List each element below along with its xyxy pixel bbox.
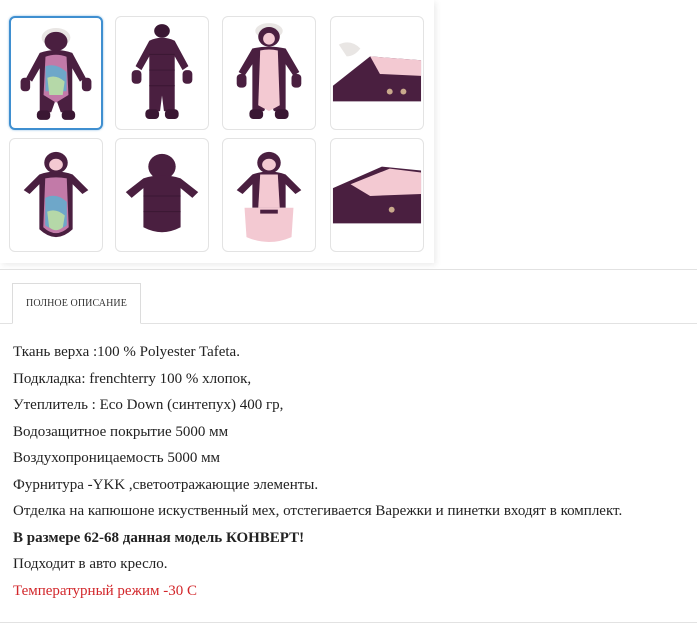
envelope-print-image xyxy=(23,151,89,238)
thumbnail-envelope-print[interactable] xyxy=(9,138,103,252)
thumbnail-front-solid[interactable] xyxy=(115,16,209,130)
envelope-note-line: В размере 62-68 данная модель КОНВЕРТ! xyxy=(13,529,305,546)
trim-line: Отделка на капюшоне искуственный мех, от… xyxy=(13,503,623,519)
section-divider xyxy=(0,269,697,270)
fabric-line: Ткань верха :100 % Polyester Tafeta. xyxy=(13,344,240,360)
car-seat-line: Подходит в авто кресло. xyxy=(13,556,168,572)
lining-line: Подкладка: frenchterry 100 % хлопок, xyxy=(13,370,252,387)
waterproof-line: Водозащитное покрытие 5000 мм xyxy=(13,423,229,440)
temperature-line: Температурный режим -30 С xyxy=(13,582,197,599)
snowsuit-front-solid-image xyxy=(131,24,193,119)
insulation-line: Утеплитель : Eco Down (синтепух) 400 гр, xyxy=(13,397,284,413)
thumbnail-cuff-detail[interactable] xyxy=(330,138,424,252)
envelope-back-image xyxy=(125,153,199,233)
product-description: Ткань верха :100 % Polyester Tafeta. Под… xyxy=(13,339,693,604)
thumbnail-hood-detail[interactable] xyxy=(330,16,424,130)
envelope-open-image xyxy=(236,151,302,242)
thumbnail-envelope-open[interactable] xyxy=(222,138,316,252)
snowsuit-front-print-image xyxy=(20,28,92,120)
breathability-line: Воздухопроницаемость 5000 мм xyxy=(13,450,221,466)
fittings-line: Фурнитура -YKK ,светоотражающие элементы… xyxy=(13,476,319,493)
thumbnail-front-print[interactable] xyxy=(9,16,103,130)
thumbnail-back-envelope[interactable] xyxy=(115,138,209,252)
cuff-detail-image xyxy=(332,166,422,224)
thumbnail-open-pink[interactable] xyxy=(222,16,316,130)
tab-full-description[interactable]: ПОЛНОЕ ОПИСАНИЕ xyxy=(12,283,141,324)
bottom-divider xyxy=(0,622,697,623)
snowsuit-open-pink-image xyxy=(236,23,302,119)
hood-detail-image xyxy=(332,42,422,102)
product-gallery xyxy=(0,0,434,263)
